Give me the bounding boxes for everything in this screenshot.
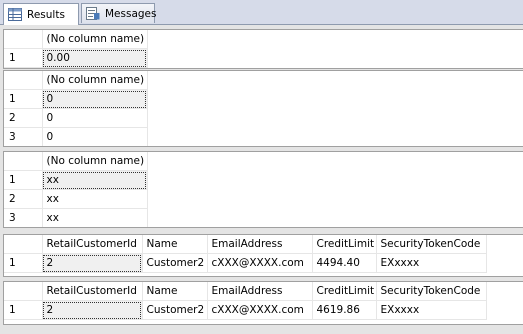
column-header[interactable]: SecurityTokenCode [376, 235, 487, 254]
grid-header-row: (No column name) [4, 30, 148, 49]
tab-results[interactable]: Results [3, 3, 79, 25]
table-cell[interactable]: Customer2 [142, 300, 208, 320]
results-pane: (No column name) 1 0.00 (No column name)… [0, 25, 523, 334]
row-number[interactable]: 1 [4, 253, 43, 273]
table-cell[interactable]: Customer2 [142, 253, 208, 273]
row-header-corner [4, 282, 43, 301]
table-cell[interactable]: 0 [42, 89, 148, 109]
table-cell[interactable]: xx [42, 208, 148, 227]
table-cell[interactable]: 0 [42, 108, 148, 128]
grid-header-row: (No column name) [4, 71, 148, 90]
table-cell[interactable]: EXxxxx [376, 253, 487, 273]
column-header[interactable]: EmailAddress [207, 235, 313, 254]
row-number[interactable]: 2 [4, 189, 43, 209]
table-row[interactable]: 2 0 [4, 108, 148, 128]
column-header[interactable]: CreditLimit [312, 282, 377, 301]
results-tab-bar: Results Messages [0, 0, 523, 25]
grid-header-row: (No column name) [4, 152, 148, 171]
table-cell[interactable]: 0.00 [42, 48, 148, 68]
table-cell[interactable]: cXXX@XXXX.com [207, 253, 313, 273]
table-cell[interactable]: xx [42, 189, 148, 209]
table-cell[interactable]: 0 [42, 127, 148, 146]
column-header[interactable]: (No column name) [42, 30, 148, 49]
column-header[interactable]: Name [142, 235, 208, 254]
table-cell[interactable]: 2 [42, 300, 143, 320]
column-header[interactable]: (No column name) [42, 71, 148, 90]
row-number[interactable]: 3 [4, 208, 43, 227]
row-number[interactable]: 3 [4, 127, 43, 146]
table-row[interactable]: 3 0 [4, 127, 148, 146]
row-number[interactable]: 2 [4, 108, 43, 128]
column-header[interactable]: (No column name) [42, 152, 148, 171]
table-cell[interactable]: cXXX@XXXX.com [207, 300, 313, 320]
row-number[interactable]: 1 [4, 170, 43, 190]
column-header[interactable]: CreditLimit [312, 235, 377, 254]
result-grid-3[interactable]: (No column name) 1 xx 2 xx 3 xx [3, 151, 523, 228]
messages-icon [86, 7, 100, 20]
column-header[interactable]: EmailAddress [207, 282, 313, 301]
row-header-corner [4, 30, 43, 49]
result-grid-5[interactable]: RetailCustomerId Name EmailAddress Credi… [3, 281, 523, 325]
table-row[interactable]: 1 2 Customer2 cXXX@XXXX.com 4619.86 EXxx… [4, 300, 487, 320]
table-cell[interactable]: EXxxxx [376, 300, 487, 320]
row-header-corner [4, 152, 43, 171]
table-cell[interactable]: xx [42, 170, 148, 190]
row-number[interactable]: 1 [4, 89, 43, 109]
table-row[interactable]: 2 xx [4, 189, 148, 209]
row-number[interactable]: 1 [4, 300, 43, 320]
table-row[interactable]: 1 2 Customer2 cXXX@XXXX.com 4494.40 EXxx… [4, 253, 487, 273]
result-grid-2[interactable]: (No column name) 1 0 2 0 3 0 [3, 70, 523, 147]
column-header[interactable]: SecurityTokenCode [376, 282, 487, 301]
row-number[interactable]: 1 [4, 48, 43, 68]
column-header[interactable]: RetailCustomerId [42, 235, 143, 254]
grid-header-row: RetailCustomerId Name EmailAddress Credi… [4, 282, 487, 301]
row-header-corner [4, 235, 43, 254]
grid-header-row: RetailCustomerId Name EmailAddress Credi… [4, 235, 487, 254]
row-header-corner [4, 71, 43, 90]
table-cell[interactable]: 2 [42, 253, 143, 273]
column-header[interactable]: Name [142, 282, 208, 301]
grid-icon [8, 8, 22, 21]
table-row[interactable]: 1 0.00 [4, 48, 148, 68]
column-header[interactable]: RetailCustomerId [42, 282, 143, 301]
table-row[interactable]: 1 xx [4, 170, 148, 190]
table-cell[interactable]: 4494.40 [312, 253, 377, 273]
tab-messages[interactable]: Messages [81, 3, 157, 23]
table-cell[interactable]: 4619.86 [312, 300, 377, 320]
tab-messages-label: Messages [105, 7, 157, 20]
table-row[interactable]: 1 0 [4, 89, 148, 109]
result-grid-1[interactable]: (No column name) 1 0.00 [3, 29, 523, 69]
tab-results-label: Results [27, 8, 65, 21]
table-row[interactable]: 3 xx [4, 208, 148, 227]
result-grid-4[interactable]: RetailCustomerId Name EmailAddress Credi… [3, 234, 523, 277]
